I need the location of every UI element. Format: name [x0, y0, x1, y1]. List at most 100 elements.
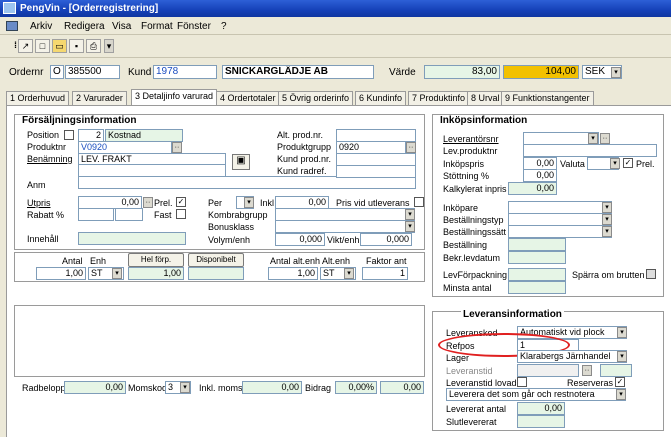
varde-highlight-field: 104,00 — [503, 65, 579, 79]
alt-enh-label: Alt.enh — [322, 256, 351, 266]
kombra-dropdown-icon[interactable]: ▾ — [405, 209, 415, 220]
kund-namn-field[interactable]: SNICKARGLÄDJE AB — [222, 65, 374, 79]
title-bar: PengVin - [Orderregistrering] — [0, 0, 671, 17]
valuta-dropdown-icon[interactable]: ▾ — [610, 158, 620, 169]
leverantorsnr-lookup-icon[interactable]: ·· — [600, 133, 610, 144]
innehall-label: Innehåll — [27, 234, 59, 244]
innehall-field — [78, 232, 186, 245]
kalkylerat-field: 0,00 — [508, 182, 557, 195]
kund-label: Kund — [128, 67, 152, 78]
doc-icon[interactable] — [6, 21, 18, 31]
tab-ordertotaler[interactable]: 4 Ordertotaler — [216, 91, 280, 106]
levprodnr-label: Lev.produktnr — [443, 146, 498, 156]
picture-icon[interactable]: ▣ — [232, 154, 250, 170]
menu-arkiv[interactable]: Arkiv — [30, 21, 52, 32]
per-label: Per — [208, 198, 223, 208]
leveranstid-lookup-icon[interactable]: ·· — [582, 365, 592, 376]
sparra-checkbox[interactable] — [646, 269, 656, 279]
menu-format[interactable]: Format — [141, 21, 173, 32]
tab-urval[interactable]: 8 Urval — [467, 91, 504, 106]
lager-select[interactable]: Klarabergs Järnhandel — [517, 350, 627, 363]
rabatt-field[interactable] — [78, 208, 114, 221]
tab-bar: 1 Orderhuvud 2 Varurader 3 Detaljinfo va… — [6, 89, 671, 106]
menu-visa[interactable]: Visa — [112, 21, 131, 32]
open-icon[interactable]: ▭ — [52, 39, 67, 53]
save-icon[interactable]: ▪ — [69, 39, 84, 53]
tab-ovrig[interactable]: 5 Övrig orderinfo — [278, 91, 354, 106]
faktor-field[interactable]: 1 — [362, 267, 408, 280]
menu-redigera[interactable]: Redigera — [64, 21, 105, 32]
bestallningssatt-label: Beställningssätt — [443, 227, 507, 237]
tab-orderhuvud[interactable]: 1 Orderhuvud — [6, 91, 70, 106]
minsta-label: Minsta antal — [443, 283, 492, 293]
valuta-label: Valuta — [560, 159, 585, 169]
bestallningssatt-dropdown-icon[interactable]: ▾ — [602, 226, 612, 237]
position-checkbox[interactable] — [64, 130, 74, 140]
leverera-dropdown-icon[interactable]: ▾ — [616, 389, 626, 400]
kund-radref-field[interactable] — [336, 165, 416, 178]
leverantorsnr-dropdown-icon[interactable]: ▾ — [588, 133, 598, 144]
ordernr-field[interactable]: 385500 — [65, 65, 120, 79]
fast-checkbox[interactable] — [176, 209, 186, 219]
benamning-label: Benämning — [27, 154, 73, 164]
levererat-field: 0,00 — [517, 402, 565, 415]
kund-nr-field[interactable]: 1978 — [153, 65, 217, 79]
bestallningstyp-label: Beställningstyp — [443, 215, 504, 225]
bekr-field — [508, 251, 566, 264]
pris-vid-checkbox[interactable] — [414, 197, 424, 207]
reserveras-checkbox[interactable]: ✓ — [615, 377, 625, 387]
hel-forp-field: 1,00 — [128, 267, 184, 280]
volym-label: Volym/enh — [208, 235, 251, 245]
produktgrupp-lookup-icon[interactable]: ·· — [406, 142, 416, 153]
bonus-dropdown-icon[interactable]: ▾ — [405, 221, 415, 232]
bestallningstyp-dropdown-icon[interactable]: ▾ — [602, 214, 612, 225]
leveranskod-dropdown-icon[interactable]: ▾ — [617, 327, 627, 338]
prel-label: Prel. — [154, 198, 173, 208]
vikt-field[interactable]: 0,000 — [360, 233, 412, 246]
alt-enh-dropdown-icon[interactable]: ▾ — [344, 268, 354, 279]
notes-area[interactable] — [14, 305, 425, 377]
inkopare-dropdown-icon[interactable]: ▾ — [602, 202, 612, 213]
leverera-select[interactable]: Leverera det som går och restnotera — [446, 388, 626, 401]
print-icon[interactable]: ⎙ — [86, 39, 101, 53]
prel-checkbox[interactable]: ✓ — [176, 197, 186, 207]
tab-produktinfo[interactable]: 7 Produktinfo — [408, 91, 470, 106]
enh-dropdown-icon[interactable]: ▾ — [112, 268, 122, 279]
per-dropdown-icon[interactable]: ▾ — [244, 197, 254, 208]
momskod-dropdown-icon[interactable]: ▾ — [180, 382, 190, 393]
produktnr-lookup-icon[interactable]: ·· — [172, 142, 182, 153]
inkop-prel-checkbox[interactable]: ✓ — [623, 158, 633, 168]
arrow-icon[interactable]: ↗ — [18, 39, 33, 53]
currency-dropdown-icon[interactable]: ▾ — [611, 67, 621, 78]
leveranstid-lovad-checkbox[interactable] — [517, 377, 527, 387]
forsalj-heading: Försäljningsinformation — [22, 115, 137, 126]
tab-funktionstangenter[interactable]: 9 Funktionstangenter — [501, 91, 594, 106]
produktgrupp-label: Produktgrupp — [277, 142, 332, 152]
window-title: PengVin - [Orderregistrering] — [20, 3, 159, 14]
rabatt-field-2[interactable] — [115, 208, 143, 221]
antal-field[interactable]: 1,00 — [36, 267, 86, 280]
bonus-field[interactable] — [275, 220, 415, 233]
momskod-label: Momskod — [128, 383, 168, 393]
utpris-lookup-icon[interactable]: ·· — [143, 197, 153, 208]
lager-dropdown-icon[interactable]: ▾ — [617, 351, 627, 362]
volym-field[interactable]: 0,000 — [275, 233, 325, 246]
tab-kundinfo[interactable]: 6 Kundinfo — [355, 91, 407, 106]
new-icon[interactable]: □ — [35, 39, 50, 53]
disponibelt-button[interactable]: Disponibelt — [188, 253, 244, 267]
leveranstid-field[interactable] — [517, 364, 579, 377]
menu-help[interactable]: ? — [221, 21, 227, 32]
levprodnr-field[interactable] — [523, 144, 657, 157]
hel-forp-button[interactable]: Hel förp. — [128, 253, 184, 267]
kund-prod-label: Kund prod.nr. — [277, 154, 332, 164]
bestallningssatt-field[interactable] — [508, 225, 612, 238]
menu-fonster[interactable]: Fönster — [177, 21, 211, 32]
dropdown-icon[interactable]: ▾ — [104, 39, 114, 53]
ordernr-prefix[interactable]: O — [50, 65, 64, 79]
alt-prod-label: Alt. prod.nr. — [277, 130, 324, 140]
stottning-field[interactable]: 0,00 — [523, 169, 557, 182]
bidrag-label: Bidrag — [305, 383, 332, 393]
antal-alt-field[interactable]: 1,00 — [268, 267, 318, 280]
tab-varurader[interactable]: 2 Varurader — [72, 91, 127, 106]
tab-detaljinfo[interactable]: 3 Detaljinfo varurad — [131, 89, 218, 106]
